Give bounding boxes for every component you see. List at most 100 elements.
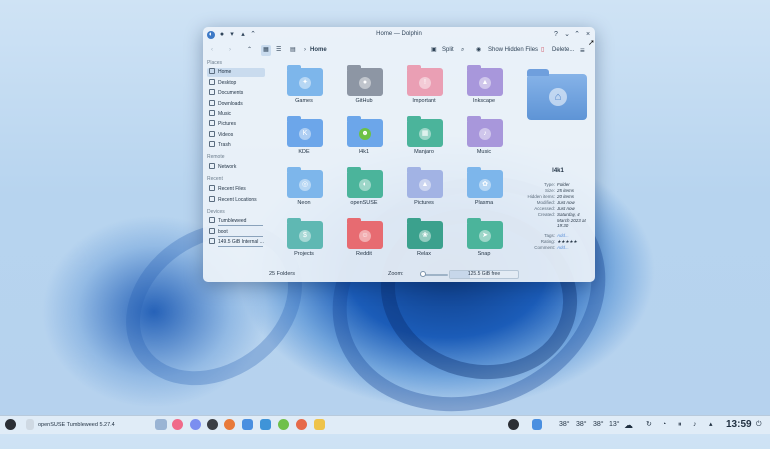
sidebar-item-pictures[interactable]: Pictures bbox=[207, 120, 265, 129]
hamburger-menu-icon[interactable]: ≡ bbox=[580, 45, 585, 56]
system-tray-app-icon[interactable] bbox=[508, 419, 519, 430]
back-arrow-icon[interactable]: ‹ bbox=[211, 45, 213, 56]
weather-temp-1[interactable]: 38° bbox=[559, 420, 570, 430]
sidebar-item-desktop[interactable]: Desktop bbox=[207, 79, 265, 88]
app-icon-6[interactable] bbox=[278, 419, 289, 430]
section-remote: Remote bbox=[207, 154, 225, 160]
title-bar[interactable]: ◐ ● ▾ ▴ ⌃ Home — Dolphin ? ⌄ ⌃ × bbox=[203, 27, 595, 43]
show-desktop-icon[interactable]: ⏻ bbox=[756, 420, 762, 430]
volume-icon[interactable]: ♪ bbox=[693, 420, 697, 430]
home-icon: ⌂ bbox=[549, 88, 567, 106]
sidebar-item-boot[interactable]: boot bbox=[207, 228, 265, 237]
sidebar-item-downloads[interactable]: Downloads bbox=[207, 100, 265, 109]
app-icon-3[interactable] bbox=[207, 419, 218, 430]
add-tags-link[interactable]: Add... bbox=[557, 233, 593, 239]
pause-icon[interactable]: ⏸ bbox=[678, 420, 682, 430]
folder-icon: ● bbox=[347, 65, 383, 96]
minimize-button[interactable]: ⌄ bbox=[563, 31, 571, 39]
folder-opensuse[interactable]: ◐ openSUSE bbox=[339, 164, 389, 212]
folder-inkscape[interactable]: ▲ Inkscape bbox=[459, 62, 509, 110]
capacity-bar bbox=[218, 246, 263, 247]
sidebar-item-videos[interactable]: Videos bbox=[207, 131, 265, 140]
rating-stars[interactable]: ★★★★★ bbox=[557, 239, 593, 245]
folder-icon: ♪ bbox=[467, 116, 503, 147]
disk-icon[interactable] bbox=[532, 419, 542, 430]
task-window-icon[interactable] bbox=[26, 419, 34, 430]
folder-icon: ▲ bbox=[467, 65, 503, 96]
folder-projects[interactable]: $ Projects bbox=[279, 215, 329, 263]
clock[interactable]: 13:59 bbox=[726, 420, 752, 430]
folder-plasma[interactable]: ✿ Plasma bbox=[459, 164, 509, 212]
app-icon-1[interactable] bbox=[172, 419, 183, 430]
folder-icon: $ bbox=[287, 218, 323, 249]
folder-icon: ✦ bbox=[287, 65, 323, 96]
drive-icon bbox=[209, 217, 215, 223]
up-arrow-icon[interactable]: ⌃ bbox=[247, 45, 252, 56]
show-hidden-files-button[interactable]: Show Hidden Files bbox=[488, 45, 538, 56]
app-icon-5[interactable] bbox=[260, 419, 271, 430]
sidebar-item-tumbleweed[interactable]: Tumbleweed bbox=[207, 217, 265, 226]
zoom-slider-handle[interactable] bbox=[419, 271, 426, 277]
details-view-icon[interactable]: ▤ bbox=[290, 45, 296, 56]
split-button[interactable]: Split bbox=[442, 45, 454, 56]
clock-widget-icon[interactable]: ◔ bbox=[662, 420, 666, 430]
file-view: ✦ Games ● GitHub ! Important ▲ Inkscape K KDE… bbox=[273, 58, 521, 268]
maximize-button[interactable]: ⌃ bbox=[573, 31, 581, 39]
folder-neon[interactable]: ◎ Neon bbox=[279, 164, 329, 212]
music-note-icon: ♪ bbox=[479, 128, 491, 140]
cloud-icon[interactable]: ☁ bbox=[624, 420, 633, 430]
folder-icon: ! bbox=[407, 65, 443, 96]
capacity-bar bbox=[218, 225, 263, 226]
application-launcher-icon[interactable] bbox=[5, 419, 16, 430]
sidebar-item-home[interactable]: Home bbox=[207, 68, 265, 77]
compact-view-icon[interactable]: ☰ bbox=[276, 45, 281, 56]
preview-folder-icon: ⌂ bbox=[527, 69, 587, 120]
mouse-cursor-icon: ➚ bbox=[588, 38, 595, 47]
weather-temp-2[interactable]: 38° bbox=[576, 420, 587, 430]
snap-icon: ➤ bbox=[479, 230, 491, 242]
pager-icon[interactable] bbox=[155, 419, 167, 430]
folder-manjaro[interactable]: ▦ Manjaro bbox=[399, 113, 449, 161]
expand-tray-icon[interactable]: ▴ bbox=[709, 420, 713, 430]
breadcrumb-home[interactable]: Home bbox=[310, 45, 327, 56]
add-comment-link[interactable]: Add... bbox=[557, 245, 593, 251]
folder-pictures[interactable]: ▲ Pictures bbox=[399, 164, 449, 212]
weather-temp-4[interactable]: 13° bbox=[609, 420, 620, 430]
forward-arrow-icon[interactable]: › bbox=[229, 45, 231, 56]
folder-music[interactable]: ♪ Music bbox=[459, 113, 509, 161]
firefox-icon[interactable] bbox=[224, 419, 235, 430]
sidebar-item-trash[interactable]: Trash bbox=[207, 141, 265, 150]
sidebar-item-documents[interactable]: Documents bbox=[207, 89, 265, 98]
folder-kde[interactable]: K KDE bbox=[279, 113, 329, 161]
folder-icon: ☺ bbox=[347, 218, 383, 249]
sidebar-item-recent-files[interactable]: Recent Files bbox=[207, 185, 265, 194]
dolphin-task-icon[interactable] bbox=[242, 419, 253, 430]
window-title: Home — Dolphin bbox=[376, 31, 422, 37]
folder-games[interactable]: ✦ Games bbox=[279, 62, 329, 110]
folder-reddit[interactable]: ☺ Reddit bbox=[339, 215, 389, 263]
sidebar-item-network[interactable]: Network bbox=[207, 163, 265, 172]
github-icon: ● bbox=[359, 77, 371, 89]
sidebar-item-internal-drive[interactable]: 149.5 GiB Internal ... bbox=[207, 238, 265, 247]
update-icon[interactable]: ↻ bbox=[646, 420, 652, 430]
sidebar-item-recent-locations[interactable]: Recent Locations bbox=[207, 196, 265, 205]
app-icon-7[interactable] bbox=[296, 419, 307, 430]
delete-button[interactable]: Delete... bbox=[552, 45, 574, 56]
plasma-icon: ✿ bbox=[479, 179, 491, 191]
folder-snap[interactable]: ➤ Snap bbox=[459, 215, 509, 263]
app-icon-8[interactable] bbox=[314, 419, 325, 430]
help-button[interactable]: ? bbox=[552, 31, 560, 39]
icons-view-icon[interactable]: ▦ bbox=[261, 45, 271, 56]
sidebar-item-music[interactable]: Music bbox=[207, 110, 265, 119]
folder-github[interactable]: ● GitHub bbox=[339, 62, 389, 110]
section-devices: Devices bbox=[207, 209, 225, 215]
folder-l4k1[interactable]: ☻ l4k1 bbox=[339, 113, 389, 161]
weather-temp-3[interactable]: 38° bbox=[593, 420, 604, 430]
search-icon[interactable]: ⌕ bbox=[461, 45, 464, 56]
folder-relax[interactable]: ❀ Relax bbox=[399, 215, 449, 263]
folder-icon: K bbox=[287, 116, 323, 147]
app-icon-2[interactable] bbox=[190, 419, 201, 430]
section-recent: Recent bbox=[207, 176, 223, 182]
active-task-title[interactable]: openSUSE Tumbleweed 5.27.4 bbox=[38, 420, 115, 430]
folder-important[interactable]: ! Important bbox=[399, 62, 449, 110]
